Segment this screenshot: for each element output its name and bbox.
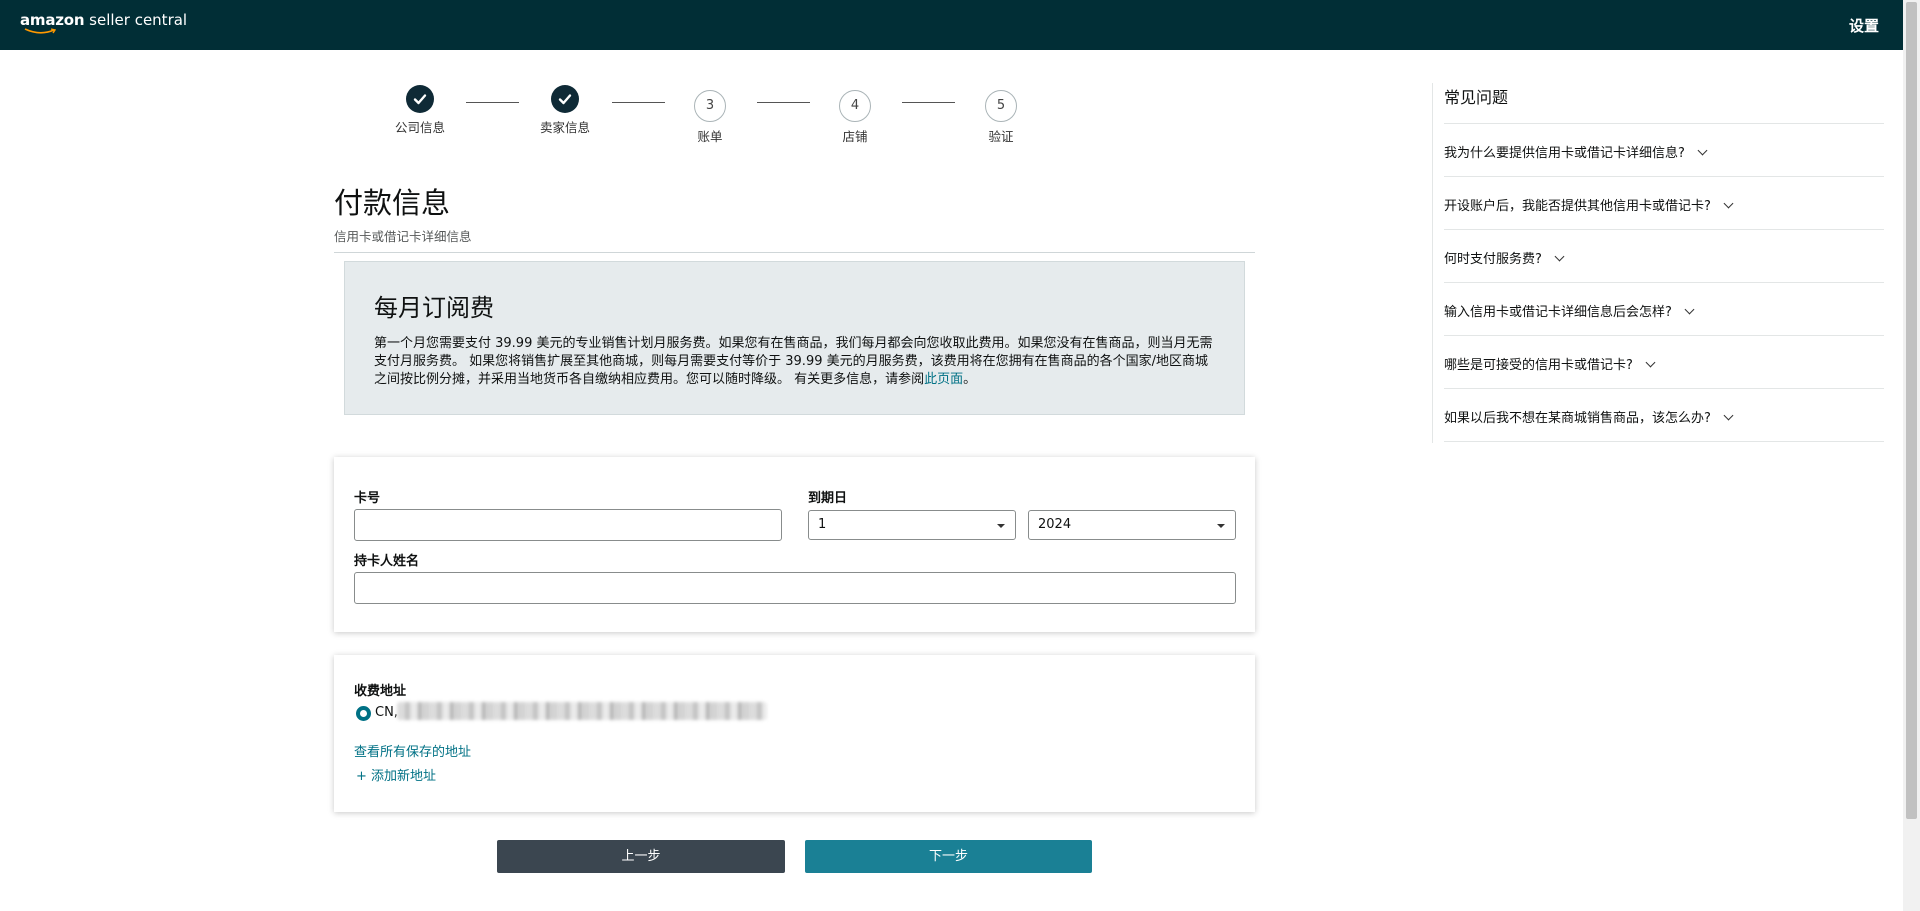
dropdown-caret-icon: [997, 524, 1005, 528]
step-company-info: 公司信息: [375, 85, 465, 136]
expiry-year-value: 2024: [1038, 517, 1072, 532]
card-number-label: 卡号: [354, 491, 381, 506]
step-seller-info: 卖家信息: [520, 85, 610, 136]
add-new-address-link[interactable]: + 添加新地址: [356, 765, 436, 784]
chevron-down-icon: [1645, 357, 1656, 368]
logo-suffix: seller central: [84, 11, 188, 29]
seller-central-logo[interactable]: amazon seller central: [20, 11, 188, 34]
faq-divider: [1432, 83, 1433, 443]
step-connector: [902, 102, 955, 103]
settings-link[interactable]: 设置: [1849, 15, 1879, 36]
card-details-panel: 卡号 到期日 1 2024 持卡人姓名: [334, 457, 1255, 632]
step-number: 3: [694, 90, 726, 122]
step-complete-check-icon: [551, 85, 579, 113]
billing-address-label: 收费地址: [354, 684, 407, 699]
chevron-down-icon: [1723, 410, 1734, 421]
top-navigation-bar: amazon seller central 设置: [0, 0, 1903, 50]
title-divider: [334, 252, 1255, 253]
faq-item[interactable]: 输入信用卡或借记卡详细信息后会怎样?: [1444, 282, 1884, 335]
next-step-button[interactable]: 下一步: [805, 840, 1092, 873]
amazon-smile-icon: [24, 28, 57, 34]
faq-question: 如果以后我不想在某商城销售商品，该怎么办?: [1444, 411, 1711, 426]
faq-item[interactable]: 我为什么要提供信用卡或借记卡详细信息?: [1444, 123, 1884, 176]
view-saved-addresses-link[interactable]: 查看所有保存的地址: [354, 741, 471, 760]
expiry-month-value: 1: [818, 517, 827, 532]
faq-bottom-divider: [1444, 441, 1884, 442]
faq-item[interactable]: 开设账户后，我能否提供其他信用卡或借记卡?: [1444, 176, 1884, 229]
scrollbar-thumb[interactable]: [1906, 2, 1917, 819]
faq-question: 我为什么要提供信用卡或借记卡详细信息?: [1444, 146, 1685, 161]
expiry-date-label: 到期日: [808, 491, 848, 506]
cardholder-name-input[interactable]: [354, 572, 1236, 604]
faq-item[interactable]: 何时支付服务费?: [1444, 229, 1884, 282]
redacted-address: [397, 702, 767, 720]
expiry-month-select[interactable]: 1: [808, 510, 1016, 540]
step-connector: [757, 102, 810, 103]
monthly-fee-info-box: 每月订阅费 第一个月您需要支付 39.99 美元的专业销售计划月服务费。如果您有…: [344, 261, 1245, 415]
step-billing: 3 账单: [665, 90, 755, 145]
cardholder-name-label: 持卡人姓名: [354, 554, 420, 569]
page-subtitle: 信用卡或借记卡详细信息: [334, 229, 472, 244]
page-scrollbar[interactable]: [1903, 0, 1920, 911]
billing-address-panel: 收费地址 CN, 查看所有保存的地址 + 添加新地址: [334, 655, 1255, 812]
faq-question: 哪些是可接受的信用卡或借记卡?: [1444, 358, 1633, 373]
chevron-down-icon: [1684, 304, 1695, 315]
address-country-prefix: CN,: [375, 705, 398, 720]
chevron-down-icon: [1723, 198, 1734, 209]
faq-title: 常见问题: [1444, 88, 1509, 107]
expiry-year-select[interactable]: 2024: [1028, 510, 1236, 540]
step-number: 5: [985, 90, 1017, 122]
faq-item[interactable]: 如果以后我不想在某商城销售商品，该怎么办?: [1444, 388, 1884, 441]
page-title: 付款信息: [334, 186, 451, 220]
fee-text: 第一个月您需要支付 39.99 美元的专业销售计划月服务费。如果您有在售商品，我…: [374, 336, 1213, 387]
card-number-input[interactable]: [354, 509, 782, 541]
fee-text-end: 。: [963, 372, 977, 387]
chevron-down-icon: [1554, 251, 1565, 262]
previous-step-button[interactable]: 上一步: [497, 840, 785, 873]
faq-item[interactable]: 哪些是可接受的信用卡或借记卡?: [1444, 335, 1884, 388]
step-complete-check-icon: [406, 85, 434, 113]
chevron-down-icon: [1697, 145, 1708, 156]
faq-question: 输入信用卡或借记卡详细信息后会怎样?: [1444, 305, 1672, 320]
step-label: 账单: [697, 129, 723, 144]
step-number: 4: [839, 90, 871, 122]
logo-brand: amazon: [20, 11, 85, 29]
step-label: 验证: [988, 129, 1014, 144]
fee-info-link[interactable]: 此页面: [924, 372, 963, 387]
fee-title: 每月订阅费: [374, 294, 494, 322]
faq-question: 何时支付服务费?: [1444, 252, 1542, 267]
step-connector: [466, 102, 519, 103]
dropdown-caret-icon: [1217, 524, 1225, 528]
step-connector: [612, 102, 665, 103]
step-label: 店铺: [842, 129, 868, 144]
address-radio-selected[interactable]: [356, 706, 371, 721]
fee-description: 第一个月您需要支付 39.99 美元的专业销售计划月服务费。如果您有在售商品，我…: [374, 335, 1215, 389]
step-store: 4 店铺: [810, 90, 900, 145]
faq-question: 开设账户后，我能否提供其他信用卡或借记卡?: [1444, 199, 1711, 214]
step-verification: 5 验证: [956, 90, 1046, 145]
step-label: 公司信息: [394, 120, 445, 135]
step-label: 卖家信息: [539, 120, 590, 135]
